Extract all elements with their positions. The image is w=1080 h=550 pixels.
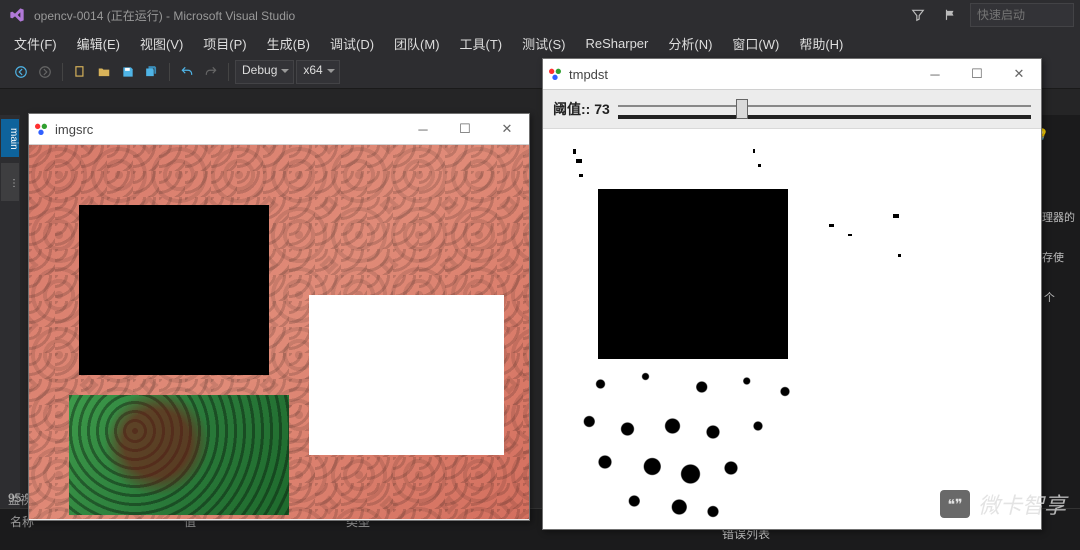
save-all-icon[interactable] <box>141 61 163 83</box>
left-tool-strip: main ⋯ <box>0 115 20 519</box>
thresholded-halftone-region <box>578 369 803 519</box>
minimize-icon[interactable]: ─ <box>405 117 441 141</box>
undo-icon[interactable] <box>176 61 198 83</box>
menu-view[interactable]: 视图(V) <box>130 31 193 56</box>
funnel-icon[interactable] <box>906 3 930 27</box>
green-rectangle <box>69 395 289 515</box>
forward-icon[interactable] <box>34 61 56 83</box>
tmpdst-canvas <box>543 129 1041 529</box>
tmpdst-title: tmpdst <box>569 67 608 82</box>
menu-test[interactable]: 测试(S) <box>512 31 575 56</box>
menu-tools[interactable]: 工具(T) <box>450 31 513 56</box>
watermark-text: 微卡智享 <box>978 488 1066 520</box>
white-square <box>309 295 504 455</box>
visual-studio-logo-icon <box>8 6 26 24</box>
minimize-icon[interactable]: ─ <box>917 62 953 86</box>
wechat-icon: ❝❞ <box>940 490 970 518</box>
menu-team[interactable]: 团队(M) <box>384 31 450 56</box>
imgsrc-canvas <box>29 145 529 519</box>
opencv-window-icon <box>33 121 49 137</box>
window-title: opencv-0014 (正在运行) - Microsoft Visual St… <box>34 7 295 24</box>
save-icon[interactable] <box>117 61 139 83</box>
menu-resharper[interactable]: ReSharper <box>575 33 658 54</box>
trackbar-label: 阈值:: 73 <box>553 99 610 119</box>
maximize-icon[interactable]: ☐ <box>447 117 483 141</box>
close-icon[interactable]: ✕ <box>1001 62 1037 86</box>
flag-notification-icon[interactable] <box>938 3 962 27</box>
menu-project[interactable]: 项目(P) <box>193 31 256 56</box>
threshold-slider[interactable] <box>618 97 1031 121</box>
new-file-icon[interactable] <box>69 61 91 83</box>
watermark: ❝❞ 微卡智享 <box>940 488 1066 520</box>
imgsrc-title: imgsrc <box>55 122 93 137</box>
tmpdst-titlebar[interactable]: tmpdst ─ ☐ ✕ <box>543 59 1041 90</box>
menu-help[interactable]: 帮助(H) <box>789 31 853 56</box>
window-tmpdst[interactable]: tmpdst ─ ☐ ✕ 阈值:: 73 <box>542 58 1042 530</box>
window-imgsrc[interactable]: imgsrc ─ ☐ ✕ <box>28 113 530 521</box>
config-dropdown[interactable]: Debug <box>235 60 294 84</box>
menu-edit[interactable]: 编辑(E) <box>67 31 130 56</box>
maximize-icon[interactable]: ☐ <box>959 62 995 86</box>
menubar: 文件(F) 编辑(E) 视图(V) 项目(P) 生成(B) 调试(D) 团队(M… <box>0 30 1080 56</box>
left-tab-other[interactable]: ⋯ <box>1 163 19 201</box>
close-icon[interactable]: ✕ <box>489 117 525 141</box>
menu-file[interactable]: 文件(F) <box>4 31 67 56</box>
platform-dropdown[interactable]: x64 <box>296 60 339 84</box>
quick-launch-input[interactable] <box>970 3 1074 27</box>
menu-debug[interactable]: 调试(D) <box>320 31 384 56</box>
imgsrc-titlebar[interactable]: imgsrc ─ ☐ ✕ <box>29 114 529 145</box>
menu-analyze[interactable]: 分析(N) <box>658 31 722 56</box>
menu-build[interactable]: 生成(B) <box>257 31 320 56</box>
open-icon[interactable] <box>93 61 115 83</box>
back-icon[interactable] <box>10 61 32 83</box>
menu-window[interactable]: 窗口(W) <box>722 31 789 56</box>
redo-icon[interactable] <box>200 61 222 83</box>
titlebar: opencv-0014 (正在运行) - Microsoft Visual St… <box>0 0 1080 30</box>
opencv-window-icon <box>547 66 563 82</box>
threshold-trackbar: 阈值:: 73 <box>543 90 1041 129</box>
left-tab-main[interactable]: main <box>1 119 19 157</box>
slider-thumb-icon[interactable] <box>736 99 748 119</box>
thresholded-black-square <box>598 189 788 359</box>
black-square <box>79 205 269 375</box>
visual-studio-ide: opencv-0014 (正在运行) - Microsoft Visual St… <box>0 0 1080 550</box>
